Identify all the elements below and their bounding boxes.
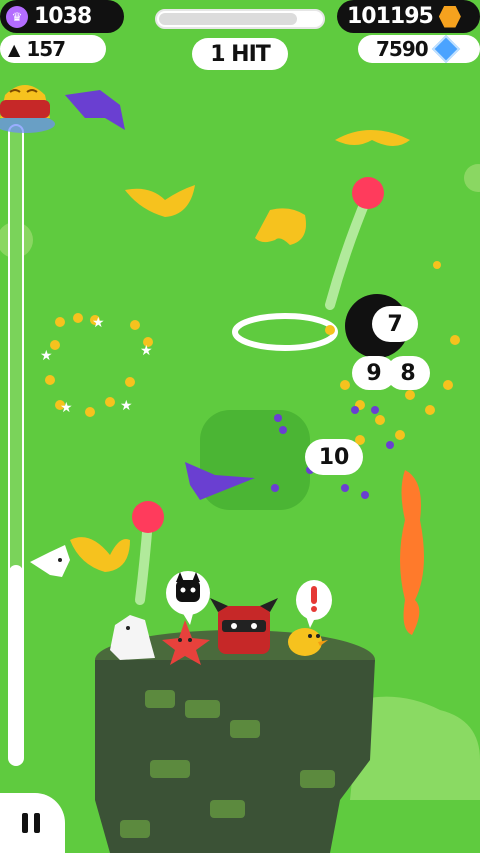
level-counter: ▲ 157 <box>0 35 106 63</box>
cat-face-speech-bubble <box>166 571 210 625</box>
svg-text:★: ★ <box>120 398 133 414</box>
combo-number: 9 <box>366 360 382 386</box>
svg-text:★: ★ <box>60 400 73 416</box>
coin-hex-icon <box>438 5 461 28</box>
combo-number: 8 <box>400 360 416 386</box>
stone-tower <box>95 630 375 853</box>
white-hoop-ring <box>232 313 338 351</box>
crown-icon: ♛ <box>6 5 28 28</box>
red-ball <box>132 501 164 533</box>
combo-bubble-8: 8 <box>386 356 430 390</box>
hit-label: 1 HIT <box>210 41 271 67</box>
coin-counter: ♛ 1038 <box>0 0 124 33</box>
yellow-boomerang-creature <box>255 208 306 245</box>
svg-text:★: ★ <box>40 348 53 364</box>
game-scene: ★ ★ ★ ★ ★ <box>0 85 480 853</box>
combo-number: 10 <box>318 444 350 470</box>
gem-icon <box>431 34 460 64</box>
red-demon-character <box>210 598 278 654</box>
score-counter: 101195 <box>337 0 480 33</box>
yellow-boomerang-creature <box>70 537 130 572</box>
purple-bird-enemy <box>65 90 125 130</box>
crowned-player-avatar <box>0 85 55 133</box>
yellow-boomerang-creature <box>335 130 410 146</box>
yellow-boomerang-creature <box>125 185 195 217</box>
exclamation-speech-bubble <box>296 580 332 628</box>
pause-button[interactable] <box>0 793 65 853</box>
white-spike-creature <box>30 545 70 577</box>
orange-fire-trail <box>400 470 424 635</box>
side-meter-fill <box>9 565 23 765</box>
svg-text:★: ★ <box>92 315 105 331</box>
pause-icon <box>22 813 40 833</box>
combo-bubble-7: 7 <box>372 306 418 342</box>
triangle-level-icon: ▲ <box>8 39 21 59</box>
level-number: 157 <box>26 37 66 61</box>
combo-bubble-10: 10 <box>305 439 363 475</box>
coin-count: 1038 <box>34 4 92 29</box>
gem-counter: 7590 <box>358 34 480 64</box>
red-ball <box>352 177 384 209</box>
level-progress-fill <box>159 13 297 25</box>
gem-count: 7590 <box>376 37 429 61</box>
level-progress-bar <box>155 9 325 29</box>
white-star-particles: ★ ★ ★ ★ ★ <box>40 315 153 416</box>
score-value: 101195 <box>347 4 434 29</box>
white-dog-character <box>110 615 155 660</box>
hit-indicator: 1 HIT <box>192 38 288 70</box>
combo-number: 7 <box>387 311 403 337</box>
svg-text:★: ★ <box>140 343 153 359</box>
